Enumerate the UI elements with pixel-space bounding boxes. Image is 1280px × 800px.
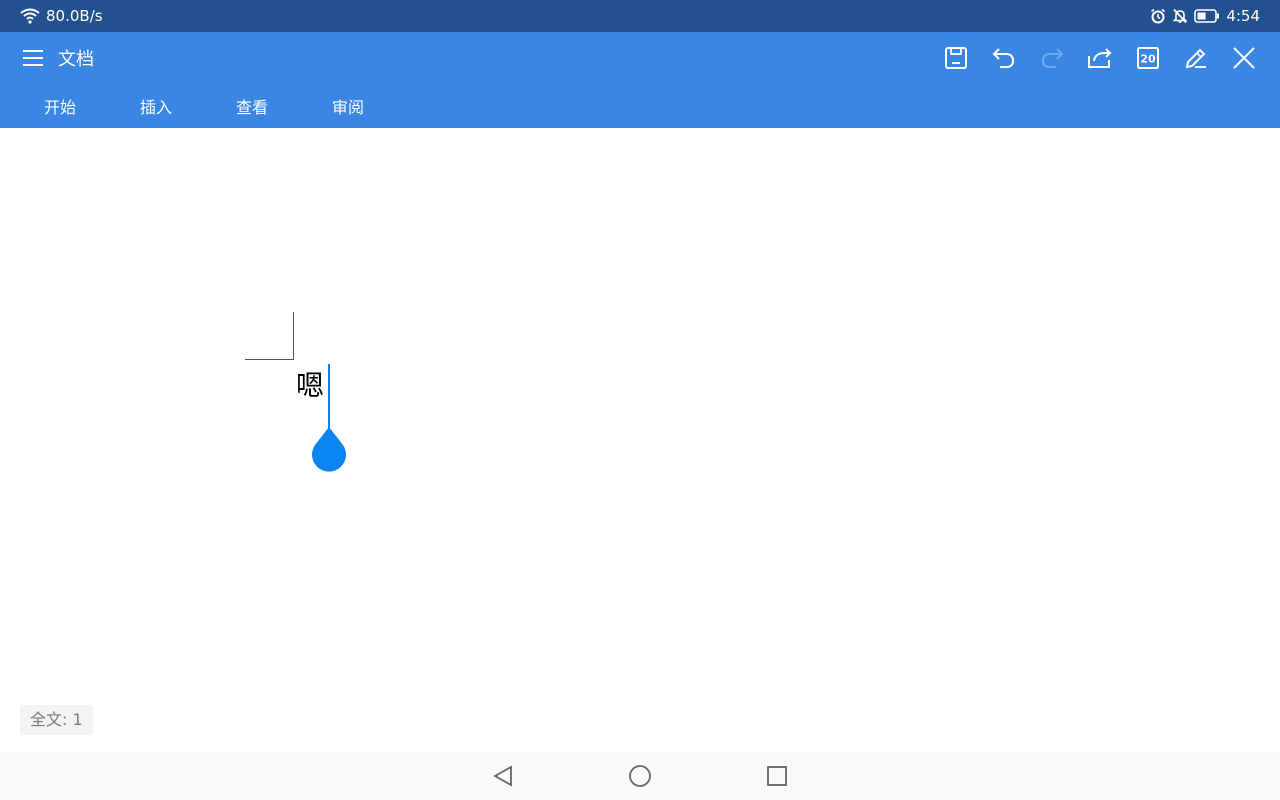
network-speed: 80.0B/s (46, 7, 103, 25)
wifi-icon (20, 8, 40, 24)
home-icon[interactable] (620, 756, 660, 796)
mute-icon (1172, 8, 1188, 24)
close-icon[interactable] (1220, 32, 1268, 84)
edit-icon[interactable] (1172, 32, 1220, 84)
redo-icon[interactable] (1028, 32, 1076, 84)
page-count-badge: 20 (1140, 53, 1156, 66)
document-canvas[interactable]: 嗯 全文: 1 (0, 128, 1280, 752)
status-bar-right: 4:54 (1150, 7, 1260, 25)
document-title: 文档 (58, 49, 94, 70)
tab-start[interactable]: 开始 (44, 94, 76, 118)
tab-insert[interactable]: 插入 (140, 94, 172, 118)
toolbar-actions: 20 (932, 32, 1268, 84)
ribbon-tabs: 开始 插入 查看 审阅 (0, 84, 1280, 128)
tab-review[interactable]: 审阅 (332, 94, 364, 118)
status-bar: 80.0B/s 4:54 (0, 0, 1280, 32)
save-icon[interactable] (932, 32, 980, 84)
tab-view[interactable]: 查看 (236, 94, 268, 118)
alarm-icon (1150, 8, 1166, 24)
system-navigation-bar (0, 752, 1280, 800)
page-count-icon[interactable]: 20 (1124, 32, 1172, 84)
word-count: 全文: 1 (20, 705, 93, 735)
text-cursor (328, 364, 330, 430)
recents-icon[interactable] (757, 756, 797, 796)
cursor-handle-icon[interactable] (309, 425, 349, 475)
back-icon[interactable] (483, 756, 523, 796)
status-bar-left: 80.0B/s (20, 7, 103, 25)
document-text[interactable]: 嗯 (296, 368, 324, 404)
undo-icon[interactable] (980, 32, 1028, 84)
clock: 4:54 (1226, 7, 1260, 25)
document-toolbar: 文档 20 (0, 32, 1280, 84)
menu-icon[interactable] (22, 47, 44, 69)
share-icon[interactable] (1076, 32, 1124, 84)
page-margin-marker (245, 312, 294, 360)
battery-icon (1194, 9, 1220, 23)
